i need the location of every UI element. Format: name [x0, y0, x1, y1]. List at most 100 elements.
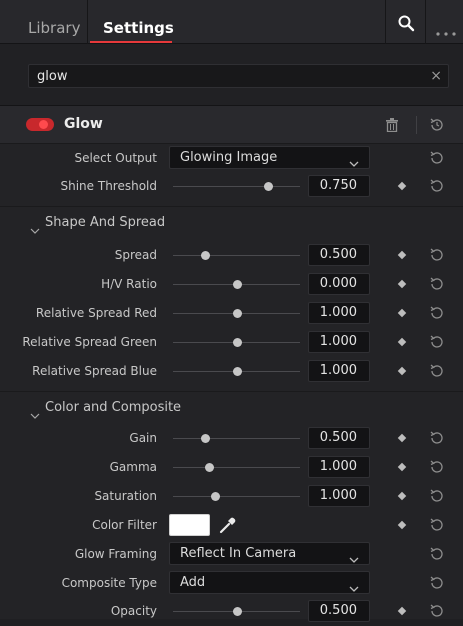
gamma-row: Gamma 1.000	[0, 453, 463, 482]
param-slider[interactable]	[173, 251, 300, 260]
relative-spread-blue-row: Relative Spread Blue 1.000	[0, 357, 463, 386]
tab-settings[interactable]: Settings	[103, 0, 174, 44]
keyframe-diamond-icon[interactable]	[397, 337, 407, 347]
keyframe-diamond-icon[interactable]	[397, 491, 407, 501]
param-label: Relative Spread Blue	[32, 364, 157, 378]
composite-type-dropdown[interactable]: Add	[169, 571, 370, 594]
reset-icon[interactable]	[429, 334, 445, 354]
relative-spread-green-row: Relative Spread Green 1.000	[0, 328, 463, 357]
effect-header: Glow	[0, 106, 463, 144]
shine-threshold-row: Shine Threshold 0.750	[0, 172, 463, 201]
param-slider[interactable]	[173, 338, 300, 347]
active-tab-indicator	[90, 41, 172, 43]
opacity-row: Opacity 0.500	[0, 597, 463, 626]
opacity-slider[interactable]	[173, 607, 300, 616]
param-label: Relative Spread Green	[22, 335, 157, 349]
slider-knob[interactable]	[232, 280, 242, 289]
reset-all-icon[interactable]	[429, 117, 445, 137]
reset-icon[interactable]	[429, 517, 445, 537]
slider-knob[interactable]	[210, 492, 220, 501]
reset-icon[interactable]	[429, 459, 445, 479]
section-color-and-composite[interactable]: Color and Composite	[0, 391, 463, 424]
keyframe-diamond-icon[interactable]	[397, 181, 407, 191]
select-output-label: Select Output	[74, 151, 157, 165]
slider-knob[interactable]	[232, 607, 242, 616]
shine-threshold-value[interactable]: 0.750	[308, 175, 370, 197]
reset-icon[interactable]	[429, 363, 445, 383]
top-tab-bar: Library Settings	[0, 0, 463, 44]
reset-icon[interactable]	[429, 603, 445, 623]
section-title: Color and Composite	[45, 400, 182, 415]
shine-threshold-slider[interactable]	[173, 182, 300, 191]
keyframe-diamond-icon[interactable]	[397, 250, 407, 260]
param-value[interactable]: 0.000	[308, 273, 370, 295]
reset-icon[interactable]	[429, 276, 445, 296]
glow-framing-dropdown[interactable]: Reflect In Camera	[169, 542, 370, 565]
keyframe-diamond-icon[interactable]	[397, 462, 407, 472]
select-output-value: Glowing Image	[180, 150, 278, 165]
section-shape-and-spread[interactable]: Shape And Spread	[0, 206, 463, 239]
gamma-slider[interactable]	[173, 463, 300, 472]
param-label: Relative Spread Red	[35, 306, 157, 320]
header-divider	[416, 116, 417, 134]
keyframe-diamond-icon[interactable]	[397, 433, 407, 443]
search-icon[interactable]	[397, 14, 415, 36]
param-value[interactable]: 1.000	[308, 360, 370, 382]
saturation-row: Saturation 1.000	[0, 482, 463, 511]
chevron-down-icon	[349, 548, 359, 567]
slider-knob[interactable]	[200, 434, 210, 443]
search-area: ×	[0, 44, 463, 106]
saturation-slider[interactable]	[173, 492, 300, 501]
reset-icon[interactable]	[429, 150, 445, 170]
reset-icon[interactable]	[429, 247, 445, 267]
gain-row: Gain 0.500	[0, 424, 463, 453]
color-filter-swatch[interactable]	[169, 514, 210, 536]
reset-icon[interactable]	[429, 546, 445, 566]
slider-knob[interactable]	[232, 338, 242, 347]
gain-label: Gain	[129, 431, 157, 445]
inspector-panel: Glow Select Output Glowing Image Shine T…	[0, 106, 463, 622]
keyframe-diamond-icon[interactable]	[397, 279, 407, 289]
param-value[interactable]: 0.500	[308, 244, 370, 266]
reset-icon[interactable]	[429, 430, 445, 450]
glow-framing-label: Glow Framing	[74, 547, 157, 561]
slider-knob[interactable]	[264, 182, 274, 191]
trash-icon[interactable]	[386, 117, 398, 136]
param-slider[interactable]	[173, 280, 300, 289]
reset-icon[interactable]	[429, 305, 445, 325]
slider-knob[interactable]	[200, 251, 210, 260]
tab-divider	[87, 0, 88, 44]
more-options-icon[interactable]	[436, 21, 456, 40]
tab-library[interactable]: Library	[28, 0, 80, 44]
chevron-down-icon	[349, 152, 359, 171]
eyedropper-icon[interactable]	[219, 516, 237, 538]
clear-search-icon[interactable]: ×	[430, 68, 442, 84]
reset-icon[interactable]	[429, 178, 445, 198]
param-value[interactable]: 1.000	[308, 302, 370, 324]
param-slider[interactable]	[173, 367, 300, 376]
reset-icon[interactable]	[429, 575, 445, 595]
reset-icon[interactable]	[429, 488, 445, 508]
keyframe-diamond-icon[interactable]	[397, 606, 407, 616]
keyframe-diamond-icon[interactable]	[397, 366, 407, 376]
slider-knob[interactable]	[232, 309, 242, 318]
saturation-value[interactable]: 1.000	[308, 485, 370, 507]
hv-ratio-row: H/V Ratio 0.000	[0, 270, 463, 299]
search-input[interactable]	[29, 65, 419, 87]
slider-knob[interactable]	[204, 463, 214, 472]
opacity-label: Opacity	[110, 604, 157, 618]
composite-type-label: Composite Type	[61, 576, 157, 590]
section-title: Shape And Spread	[45, 215, 166, 230]
gain-slider[interactable]	[173, 434, 300, 443]
chevron-down-icon	[30, 219, 40, 238]
gain-value[interactable]: 0.500	[308, 427, 370, 449]
effect-enable-toggle[interactable]	[26, 118, 54, 131]
slider-knob[interactable]	[232, 367, 242, 376]
gamma-value[interactable]: 1.000	[308, 456, 370, 478]
keyframe-diamond-icon[interactable]	[397, 308, 407, 318]
select-output-dropdown[interactable]: Glowing Image	[169, 146, 370, 169]
glow-framing-value: Reflect In Camera	[180, 546, 297, 561]
keyframe-diamond-icon[interactable]	[397, 520, 407, 530]
param-slider[interactable]	[173, 309, 300, 318]
param-value[interactable]: 1.000	[308, 331, 370, 353]
